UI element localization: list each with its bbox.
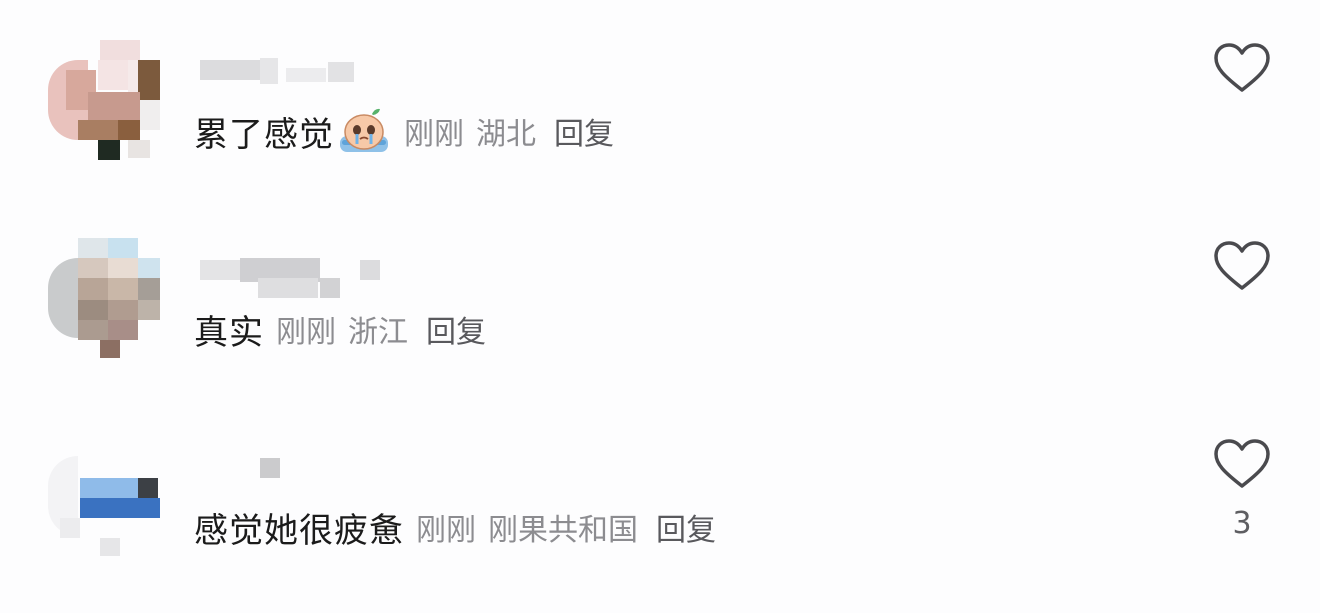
comment-location: 刚果共和国 [488, 513, 638, 548]
comment-location: 浙江 [348, 315, 408, 350]
comment-item: 累了感觉 刚刚 湖北 回复 [0, 0, 1320, 198]
avatar[interactable] [48, 436, 160, 556]
comment-line: 真实 刚刚 浙江 回复 [194, 304, 486, 354]
crying-face-emoji [336, 106, 392, 156]
comment-text: 真实 [194, 312, 264, 353]
avatar[interactable] [48, 238, 160, 358]
comment-location: 湖北 [476, 117, 536, 152]
like-button[interactable] [1212, 240, 1272, 292]
username-blurred[interactable] [198, 258, 380, 298]
comment-item: 感觉她很疲惫 刚刚 刚果共和国 回复 3 [0, 396, 1320, 594]
comment-text: 感觉她很疲惫 [194, 510, 404, 551]
comment-time: 刚刚 [404, 117, 464, 152]
comment-line: 累了感觉 刚刚 湖北 回复 [194, 106, 614, 156]
reply-button[interactable]: 回复 [554, 109, 614, 153]
like-button[interactable] [1212, 42, 1272, 94]
like-count: 3 [1232, 506, 1252, 541]
heart-outline-icon [1214, 43, 1270, 92]
heart-outline-icon [1214, 241, 1270, 290]
heart-outline-icon [1214, 439, 1270, 488]
reply-button[interactable]: 回复 [656, 505, 716, 549]
comment-item: 真实 刚刚 浙江 回复 [0, 198, 1320, 396]
username-blurred[interactable] [198, 458, 378, 488]
comment-time: 刚刚 [276, 315, 336, 350]
comment-line: 感觉她很疲惫 刚刚 刚果共和国 回复 [194, 502, 716, 552]
reply-button[interactable]: 回复 [426, 307, 486, 351]
comment-time: 刚刚 [416, 513, 476, 548]
username-blurred[interactable] [198, 58, 378, 88]
comment-text: 累了感觉 [194, 114, 334, 155]
avatar[interactable] [48, 40, 160, 160]
like-button[interactable] [1212, 438, 1272, 490]
